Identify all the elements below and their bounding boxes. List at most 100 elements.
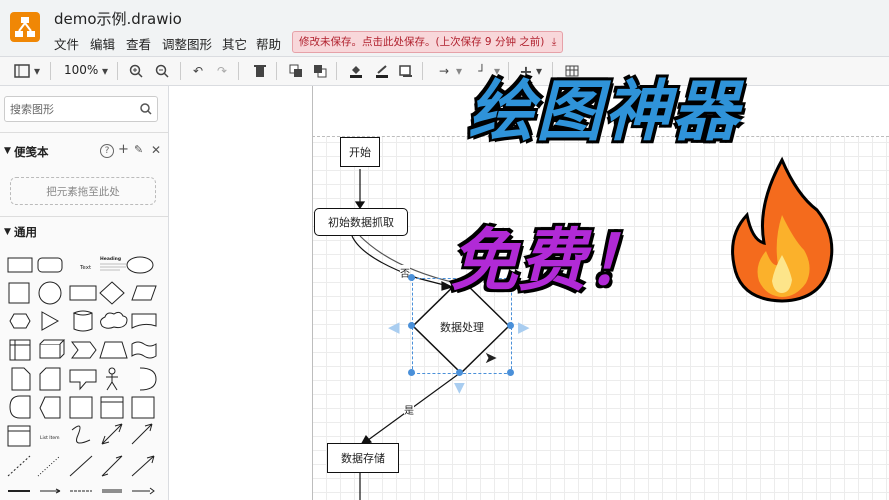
add-icon[interactable]: + [118, 142, 129, 157]
fill-color-icon[interactable] [346, 62, 366, 80]
note-shape [11, 367, 31, 391]
link-ended-shape [132, 487, 155, 495]
search-input[interactable]: 搜索图形 [10, 101, 54, 117]
menu-view[interactable]: 查看 [126, 34, 151, 53]
resize-handle[interactable] [408, 322, 415, 329]
to-front-icon[interactable] [286, 62, 306, 80]
parallelogram-shape [131, 285, 157, 301]
delete-icon[interactable] [250, 62, 270, 80]
or-shape [139, 367, 157, 391]
list-item-shape: List Item [40, 435, 60, 441]
divider [0, 132, 168, 133]
link-double-shape [102, 489, 122, 493]
document-title[interactable]: demo示例.drawio [54, 8, 182, 29]
undo-icon[interactable]: ↶ [188, 62, 208, 80]
scratchpad-drop-zone[interactable]: 把元素拖至此处 [10, 177, 156, 205]
connection-chevron-icon[interactable]: ▾ [454, 62, 464, 80]
resize-handle[interactable] [507, 322, 514, 329]
general-section-title[interactable]: 通用 [14, 224, 37, 240]
menu-arrange[interactable]: 调整图形 [162, 34, 212, 53]
resize-handle[interactable] [408, 274, 415, 281]
mouse-cursor-icon: ➤ [484, 348, 498, 367]
zoom-level[interactable]: 100% [64, 63, 98, 77]
heading-shape: Heading [100, 256, 121, 262]
toolbar-divider [422, 62, 423, 80]
diamond-shape [99, 281, 125, 305]
toolbar-divider [238, 62, 239, 80]
data-storage-shape [39, 396, 61, 419]
redo-icon[interactable]: ↷ [212, 62, 232, 80]
to-back-icon[interactable] [310, 62, 330, 80]
ellipse-shape [126, 256, 154, 274]
directional-connector-shape [131, 455, 155, 477]
shadow-icon[interactable] [396, 62, 416, 80]
tape-shape [131, 341, 157, 359]
collapse-triangle-icon[interactable]: ▼ [4, 146, 11, 156]
help-icon[interactable]: ? [100, 144, 114, 158]
promo-headline-drawing-tool: 绘图神器 [468, 73, 740, 150]
card-shape [39, 367, 61, 391]
quick-connect-arrow-down-icon[interactable]: ▼ [454, 380, 465, 396]
resize-handle[interactable] [507, 369, 514, 376]
zoom-chevron-icon[interactable]: ▾ [100, 62, 110, 80]
unsaved-changes-banner[interactable]: 修改未保存。点击此处保存。(上次保存 9 分钟 之前) ⤓ [292, 31, 564, 53]
bidirectional-connector-shape [101, 455, 123, 477]
internal-storage-shape [9, 339, 31, 361]
node-start[interactable]: 开始 [340, 137, 380, 167]
drawio-logo [10, 12, 40, 42]
circle-shape [38, 281, 62, 305]
heading-lines-decoration [100, 263, 126, 271]
page-view-icon[interactable] [12, 62, 32, 80]
shape-palette[interactable]: Text Heading List Item [4, 250, 164, 500]
dashed-line-shape [7, 455, 31, 477]
edit-icon[interactable]: ✎ [134, 143, 143, 156]
line-shape [69, 455, 93, 477]
document-shape [131, 313, 157, 329]
zoom-out-icon[interactable] [152, 62, 172, 80]
step-shape [71, 341, 97, 359]
resize-handle[interactable] [456, 369, 463, 376]
menu-file[interactable]: 文件 [54, 34, 79, 53]
callout-shape [69, 369, 97, 391]
toolbar-divider [117, 62, 118, 80]
chevron-down-icon[interactable]: ▾ [32, 62, 42, 80]
delay-shape [9, 395, 31, 419]
toolbar-divider [180, 62, 181, 80]
save-banner-text: 修改未保存。点击此处保存。(上次保存 9 分钟 之前) [299, 36, 545, 48]
zoom-in-icon[interactable] [126, 62, 146, 80]
actor-shape [106, 367, 118, 391]
search-icon[interactable] [140, 100, 152, 119]
quick-connect-arrow-right-icon[interactable]: ▶ [518, 318, 530, 336]
edge-label-yes[interactable]: 是 [404, 402, 414, 417]
menu-edit[interactable]: 编辑 [90, 34, 115, 53]
divider [0, 216, 168, 217]
class-shape [7, 425, 31, 447]
node-process-label: 数据处理 [440, 321, 484, 334]
hexagon-shape [9, 313, 31, 329]
scratchpad-title[interactable]: 便笺本 [14, 144, 49, 160]
quick-connect-arrow-left-icon[interactable]: ◀ [388, 318, 400, 336]
node-data-store[interactable]: 数据存储 [327, 443, 399, 473]
triangle-shape [41, 311, 60, 331]
toolbar-divider [50, 62, 51, 80]
menu-help[interactable]: 帮助 [256, 34, 281, 53]
list-shape [131, 396, 155, 419]
resize-handle[interactable] [408, 369, 415, 376]
square-shape [8, 282, 30, 304]
collapse-triangle-icon[interactable]: ▼ [4, 227, 11, 237]
node-initial-fetch[interactable]: 初始数据抓取 [314, 208, 408, 236]
menu-extras[interactable]: 其它 [222, 34, 247, 53]
fire-icon [731, 156, 834, 303]
download-icon: ⤓ [551, 36, 557, 48]
line-color-icon[interactable] [372, 62, 392, 80]
dotted-line-shape [37, 455, 61, 477]
text-shape: Text [79, 265, 92, 271]
connection-arrow-icon[interactable]: → [432, 62, 456, 80]
arrow-shape [131, 423, 153, 445]
trapezoid-shape [99, 341, 128, 359]
container-shape [69, 396, 93, 419]
rounded-rect-shape [37, 257, 63, 273]
cloud-shape [100, 311, 128, 329]
close-icon[interactable]: ✕ [151, 143, 161, 157]
curve-shape [71, 425, 91, 444]
